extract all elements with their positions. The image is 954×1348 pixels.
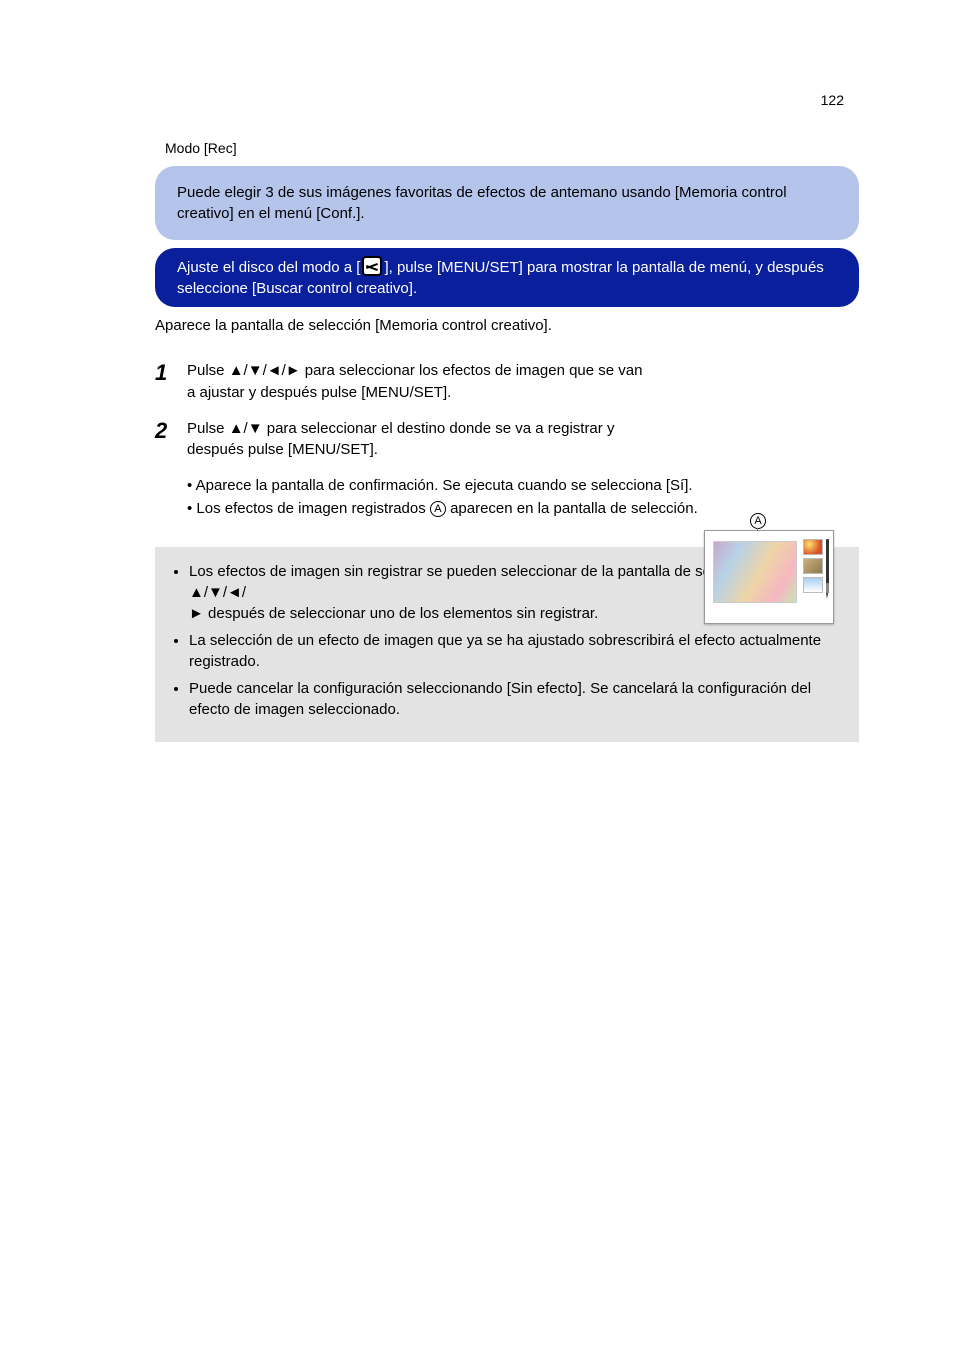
camera-screen-preview: [704, 530, 834, 624]
substep-b-post: aparecen en la pantalla de selección.: [450, 500, 698, 517]
preview-thumb-1: [803, 539, 823, 555]
marker-a-icon: A: [430, 501, 446, 517]
figure-marker-a: A: [750, 512, 766, 530]
intro-callout: Puede elegir 3 de sus imágenes favoritas…: [155, 166, 859, 240]
step-2-body: Pulse ▲/▼ para seleccionar el destino do…: [187, 418, 647, 462]
step-1-body: Pulse ▲/▼/◄/► para seleccionar los efect…: [187, 360, 647, 404]
step-1: 1 Pulse ▲/▼/◄/► para seleccionar los efe…: [155, 360, 859, 404]
dpad-arrows-icon: ▲/▼/◄/: [189, 584, 246, 601]
note-1-text-b: después de seleccionar uno de los elemen…: [204, 605, 598, 622]
preview-thumb-stack: [803, 539, 823, 596]
dpad-arrows-vertical-icon: ▲/▼: [229, 420, 263, 437]
preview-thumb-2: [803, 558, 823, 574]
result-line: Aparece la pantalla de selección [Memori…: [155, 315, 859, 336]
dpad-right-arrow-icon: ►: [189, 605, 204, 622]
note-3: Puede cancelar la configuración seleccio…: [189, 678, 841, 720]
substep-a-text: Aparece la pantalla de confirmación. Se …: [196, 477, 693, 494]
instruction-callout: Ajuste el disco del modo a [], pulse [ME…: [155, 248, 859, 307]
creative-mode-icon: [362, 256, 382, 276]
figure: A: [704, 530, 834, 624]
preview-main-image: [713, 541, 797, 603]
step-2: 2 Pulse ▲/▼ para seleccionar el destino …: [155, 418, 859, 462]
dpad-arrows-icon: ▲/▼/◄/►: [229, 362, 301, 379]
note-2: La selección de un efecto de imagen que …: [189, 630, 841, 672]
substep-b-pre: Los efectos de imagen registrados: [196, 500, 429, 517]
step-1-number: 1: [155, 360, 187, 384]
section-title: Modo [Rec]: [165, 140, 859, 156]
instruction-text-1: Ajuste el disco del modo a [: [177, 259, 360, 276]
step-2-text-a: Pulse: [187, 420, 229, 437]
page-number: 122: [821, 92, 844, 108]
step-1-text-a: Pulse: [187, 362, 229, 379]
preview-thumb-3: [803, 577, 823, 593]
stylus-icon: [826, 539, 829, 599]
marker-a-icon: A: [750, 513, 766, 529]
substep-a: • Aparece la pantalla de confirmación. S…: [187, 475, 859, 496]
steps-list: 1 Pulse ▲/▼/◄/► para seleccionar los efe…: [155, 360, 859, 461]
step-2-number: 2: [155, 418, 187, 442]
